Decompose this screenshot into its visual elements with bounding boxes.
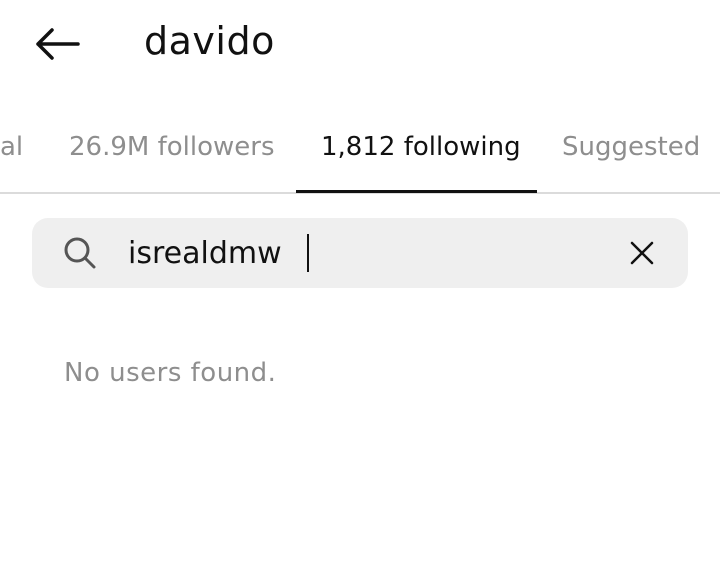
page-title: davido — [144, 19, 275, 63]
search-bar[interactable] — [32, 218, 688, 288]
tab-followers[interactable]: 26.9M followers — [69, 128, 275, 166]
tab-following[interactable]: 1,812 following — [321, 128, 521, 166]
close-icon — [630, 241, 654, 265]
clear-search-button[interactable] — [624, 235, 660, 271]
follow-tabs: al 26.9M followers 1,812 following Sugge… — [0, 100, 720, 194]
text-caret — [307, 234, 309, 272]
no-results-message: No users found. — [64, 358, 277, 388]
tab-mutual[interactable]: al — [0, 128, 23, 166]
back-button[interactable] — [26, 20, 86, 68]
tab-suggested[interactable]: Suggested — [562, 128, 700, 166]
arrow-left-icon — [36, 28, 80, 60]
search-input[interactable] — [128, 232, 608, 276]
search-icon — [64, 237, 96, 269]
active-tab-indicator — [296, 190, 537, 193]
top-bar: davido — [0, 0, 720, 90]
